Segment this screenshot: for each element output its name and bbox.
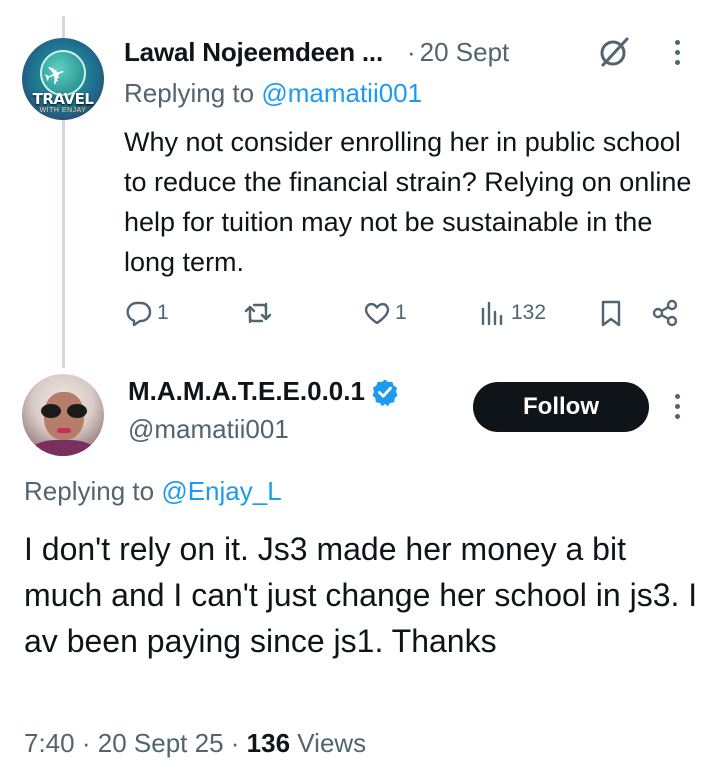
reply-icon [126,301,152,327]
avatar-shirt [30,440,96,456]
analytics-icon [481,301,503,326]
parent-more-options-icon[interactable] [668,40,686,65]
tweet-time[interactable]: 7:40 [24,728,75,758]
share-icon [652,299,678,327]
grok-icon[interactable] [596,34,632,70]
parent-tweet-text: Why not consider enrolling her in public… [124,127,692,277]
reply-count: 1 [157,301,169,324]
parent-timestamp[interactable]: 20 Sept [420,37,510,68]
main-more-options-icon[interactable] [668,394,686,419]
parent-action-bar: 1 1 132 [0,296,720,334]
views-button[interactable]: 132 [478,298,546,328]
parent-replying-to: Replying to @mamatii001 [124,78,422,109]
main-tweet-meta: 7:40 · 20 Sept 25 · 136 Views [24,728,366,759]
avatar-logo-text: TRAVEL [32,90,94,108]
main-author-avatar[interactable] [22,374,104,456]
share-button[interactable] [650,298,680,328]
main-author-name-row: M.A.M.A.T.E.E.0.0.1 [128,376,399,407]
replying-mention-link[interactable]: @mamatii001 [261,78,422,108]
repost-icon [244,302,272,324]
meta-separator: · [230,728,240,758]
replying-prefix: Replying to [124,78,255,108]
parent-tweet-header: Lawal Nojeemdeen ... · 20 Sept [124,34,509,70]
sunglasses-graphic [41,404,87,418]
meta-separator: · [81,728,91,758]
header-separator: · [406,36,416,67]
main-author-handle[interactable]: @mamatii001 [128,414,289,445]
repost-button[interactable] [243,298,276,328]
like-count: 1 [395,301,407,324]
views-total: 136 [246,728,291,758]
avatar-lips [57,428,71,433]
heart-icon [364,302,390,325]
main-replying-to: Replying to @Enjay_L [24,476,282,507]
reply-button[interactable]: 1 [124,298,169,328]
follow-button[interactable]: Follow [473,382,649,432]
parent-author-name[interactable]: Lawal Nojeemdeen ... [124,37,383,68]
like-button[interactable]: 1 [362,298,407,328]
bookmark-icon [601,300,621,327]
bookmark-button[interactable] [596,298,626,328]
replying-mention-link[interactable]: @Enjay_L [161,476,281,506]
avatar-logo-subtext: WITH ENJAY [39,107,87,114]
verified-badge-icon[interactable] [371,378,399,406]
main-author-name[interactable]: M.A.M.A.T.E.E.0.0.1 [128,376,365,407]
tweet-date[interactable]: 20 Sept 25 [98,728,224,758]
views-count: 132 [511,301,547,324]
replying-prefix: Replying to [24,476,155,506]
main-tweet-text: I don't rely on it. Js3 made her money a… [24,531,698,659]
views-label: Views [297,728,367,758]
parent-author-avatar[interactable]: ✈ TRAVEL WITH ENJAY [22,38,104,120]
